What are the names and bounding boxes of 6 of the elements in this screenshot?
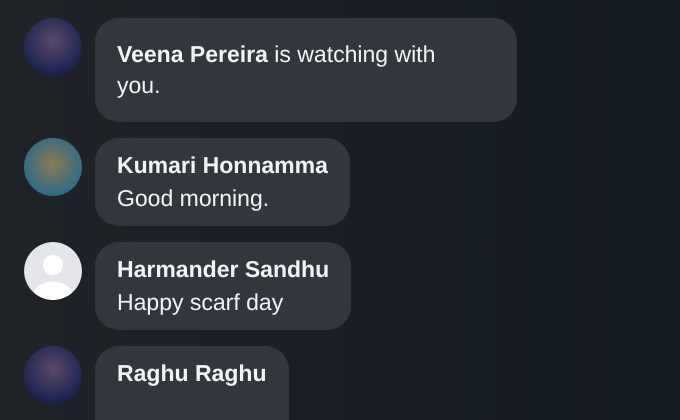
comment-text: Happy scarf day (117, 288, 284, 317)
author-name: Raghu Raghu (117, 359, 266, 388)
author-name: Harmander Sandhu (117, 255, 330, 284)
event-text: Veena Pereira is watching with you. (117, 40, 436, 100)
comment-text: Good morning. (117, 184, 270, 213)
author-name: Kumari Honnamma (117, 151, 328, 180)
